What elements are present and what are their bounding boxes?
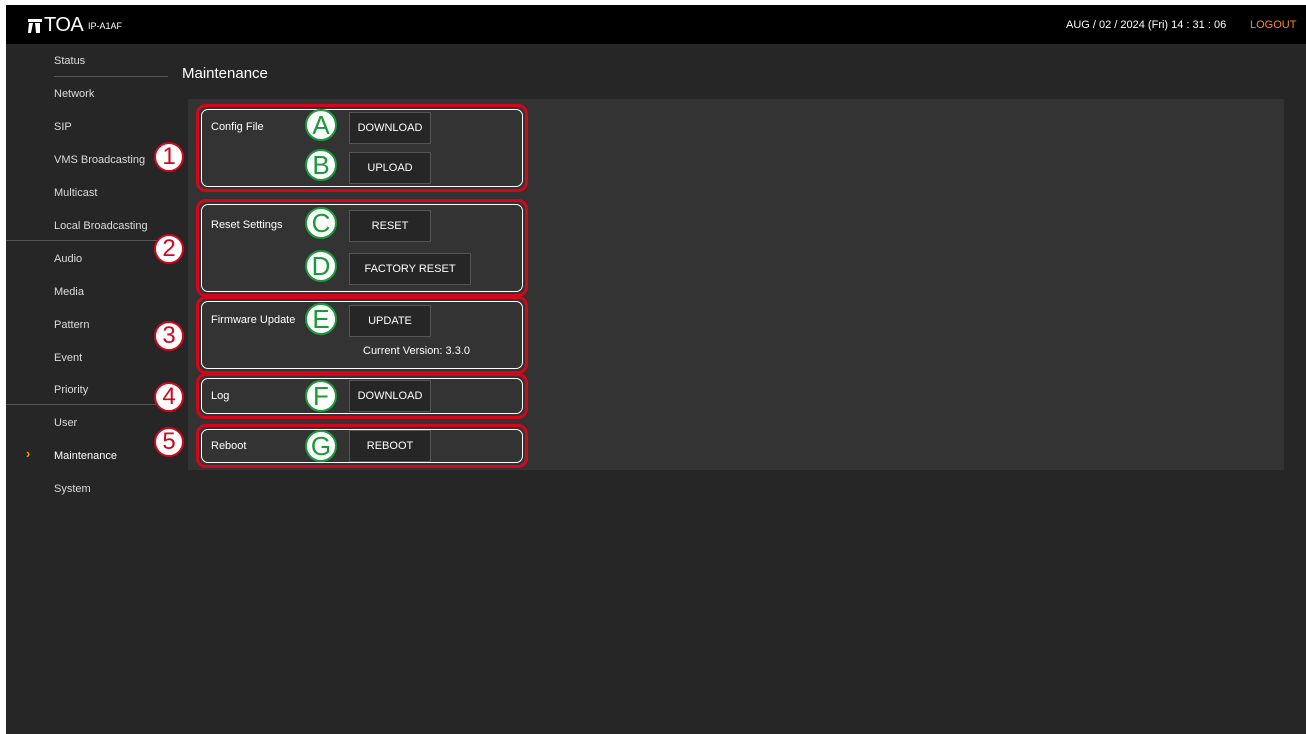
- sidebar-item-maintenance[interactable]: Maintenance: [54, 447, 117, 465]
- callout-1: 1: [154, 142, 184, 172]
- nav-divider: [54, 76, 168, 77]
- config-file-label: Config File: [211, 121, 264, 133]
- reset-settings-group: Reset Settings C RESET D FACTORY RESET: [196, 199, 528, 297]
- logout-link[interactable]: LOGOUT: [1250, 19, 1296, 31]
- sidebar-item-event[interactable]: Event: [54, 349, 82, 367]
- firmware-update-label: Firmware Update: [211, 314, 296, 326]
- maintenance-panel: Config File A DOWNLOAD B UPLOAD 1 Reset …: [154, 99, 1284, 470]
- sidebar-item-audio[interactable]: Audio: [54, 250, 82, 268]
- marker-b: B: [305, 149, 337, 181]
- firmware-update-group: Firmware Update E UPDATE Current Version…: [196, 296, 528, 374]
- sidebar-item-pattern[interactable]: Pattern: [54, 316, 89, 334]
- nav-divider: [6, 240, 168, 241]
- sidebar-item-local-broadcasting[interactable]: Local Broadcasting: [54, 217, 148, 235]
- marker-g: G: [305, 430, 337, 462]
- sidebar-item-network[interactable]: Network: [54, 85, 94, 103]
- marker-c: C: [305, 207, 337, 239]
- sidebar-item-priority[interactable]: Priority: [54, 381, 88, 399]
- reset-button[interactable]: RESET: [349, 210, 431, 242]
- config-upload-button[interactable]: UPLOAD: [349, 152, 431, 184]
- sidebar-item-sip[interactable]: SIP: [54, 118, 72, 136]
- marker-f: F: [305, 380, 337, 412]
- reset-settings-label: Reset Settings: [211, 219, 283, 231]
- app-window: TOA IP-A1AF AUG / 02 / 2024 (Fri) 14 : 3…: [6, 5, 1306, 734]
- sidebar-item-media[interactable]: Media: [54, 283, 84, 301]
- datetime-display: AUG / 02 / 2024 (Fri) 14 : 31 : 06: [1066, 19, 1227, 31]
- sidebar-item-multicast[interactable]: Multicast: [54, 184, 97, 202]
- sidebar-item-user[interactable]: User: [54, 414, 77, 432]
- reboot-label: Reboot: [211, 440, 247, 452]
- log-group: Log F DOWNLOAD: [196, 373, 528, 419]
- callout-2: 2: [154, 234, 184, 264]
- brand-name: TOA: [44, 14, 84, 36]
- callout-5: 5: [154, 427, 184, 457]
- sidebar-item-system[interactable]: System: [54, 480, 91, 498]
- log-download-button[interactable]: DOWNLOAD: [349, 380, 431, 412]
- reboot-group: Reboot G REBOOT: [196, 424, 528, 468]
- page-title: Maintenance: [182, 65, 268, 82]
- header-bar: TOA IP-A1AF AUG / 02 / 2024 (Fri) 14 : 3…: [6, 5, 1306, 44]
- reboot-button[interactable]: REBOOT: [349, 430, 431, 462]
- toa-logo-icon: [28, 19, 42, 33]
- model-name: IP-A1AF: [88, 21, 123, 31]
- config-download-button[interactable]: DOWNLOAD: [349, 112, 431, 144]
- sidebar-item-vms-broadcasting[interactable]: VMS Broadcasting: [54, 151, 145, 169]
- factory-reset-button[interactable]: FACTORY RESET: [349, 253, 471, 285]
- marker-d: D: [305, 250, 337, 282]
- marker-e: E: [305, 303, 337, 335]
- active-chevron-icon: ›: [26, 446, 31, 461]
- callout-3: 3: [154, 321, 184, 351]
- firmware-update-button[interactable]: UPDATE: [349, 305, 431, 337]
- callout-4: 4: [154, 382, 184, 412]
- firmware-version-text: Current Version: 3.3.0: [363, 345, 471, 357]
- marker-a: A: [305, 109, 337, 141]
- sidebar-item-status[interactable]: Status: [54, 52, 85, 70]
- config-file-group: Config File A DOWNLOAD B UPLOAD: [196, 104, 528, 192]
- log-label: Log: [211, 390, 230, 402]
- nav-divider: [6, 404, 168, 405]
